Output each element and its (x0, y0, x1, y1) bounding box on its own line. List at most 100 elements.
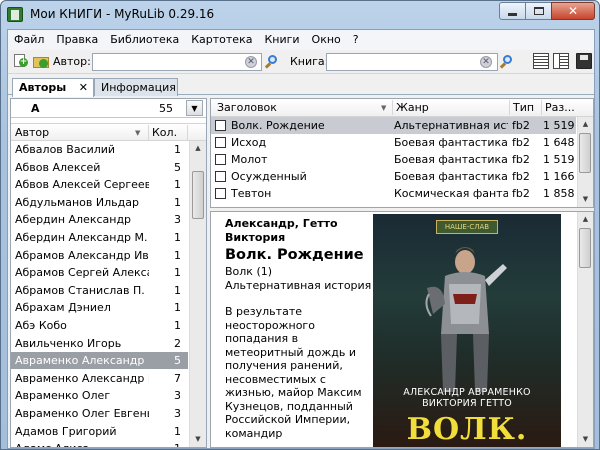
author-row[interactable]: Абэ Кобо 1 (11, 317, 188, 335)
maximize-icon (533, 7, 544, 15)
info-scrollbar[interactable]: ▲ ▼ (577, 212, 593, 447)
author-book-count: 3 (174, 213, 181, 227)
author-row[interactable]: Абвов Алексей Сергеевич 1 (11, 176, 188, 194)
author-book-count: 2 (174, 336, 181, 350)
close-button[interactable]: ✕ (551, 2, 595, 20)
book-checkbox[interactable] (215, 120, 226, 131)
add-book-icon[interactable]: + (12, 53, 28, 69)
title-bar[interactable]: Мои КНИГИ - MyRuLib 0.29.16 ✕ (1, 1, 599, 29)
book-search-icon[interactable] (499, 55, 513, 69)
scroll-thumb[interactable] (579, 133, 591, 173)
book-genre-cell: Боевая фантастика (394, 153, 508, 166)
book-row[interactable]: Волк. Рождение Альтернативная истори fb2 1 … (211, 117, 576, 134)
book-genre-cell: Боевая фантастика (394, 136, 508, 149)
add-folder-icon[interactable] (33, 53, 49, 69)
author-name: Абердин Александр М. (15, 230, 148, 244)
author-search-icon[interactable] (264, 55, 278, 69)
book-title-cell: Волк. Рождение (231, 119, 325, 132)
book-size-cell: 1 166 (543, 170, 575, 183)
author-name: Авраменко Александр (15, 354, 145, 368)
author-row[interactable]: Абердин Александр 3 (11, 211, 188, 229)
author-row[interactable]: Абрамов Александр Иванов 1 (11, 247, 188, 265)
author-row[interactable]: Абвалов Василий 1 (11, 141, 188, 159)
scroll-down-icon[interactable]: ▼ (578, 192, 593, 207)
author-row[interactable]: Авильченко Игорь 2 (11, 335, 188, 353)
author-row[interactable]: Абрахам Дэниел 1 (11, 299, 188, 317)
column-title[interactable]: Заголовок (217, 101, 277, 114)
book-type-cell: fb2 (512, 187, 530, 200)
toolbar: + Автор: ✕ Книга: ✕ (8, 50, 594, 74)
tab-info[interactable]: Информация (94, 78, 178, 96)
book-title-cell: Молот (231, 153, 268, 166)
author-row[interactable]: Авраменко Александр 5 (11, 352, 188, 370)
book-title-cell: Тевтон (231, 187, 272, 200)
app-book-icon (7, 7, 23, 22)
scroll-down-icon[interactable]: ▼ (190, 432, 206, 447)
author-row[interactable]: Авраменко Александр Миха 7 (11, 370, 188, 388)
list-view-icon[interactable] (533, 53, 549, 69)
author-name: Авраменко Александр Миха (15, 371, 149, 385)
menu-file[interactable]: Файл (8, 30, 50, 50)
book-checkbox[interactable] (215, 171, 226, 182)
scroll-thumb[interactable] (192, 171, 204, 219)
book-info-text: Александр, Гетто Виктория Волк. Рождение… (225, 217, 373, 440)
books-scrollbar[interactable]: ▲ ▼ (577, 117, 593, 207)
column-size[interactable]: Раз... (545, 101, 575, 114)
book-row[interactable]: Исход Боевая фантастика fb2 1 648 (211, 134, 576, 151)
book-search-input[interactable] (326, 53, 498, 71)
author-book-count: 7 (174, 371, 181, 385)
close-icon: ✕ (567, 4, 579, 18)
book-checkbox[interactable] (215, 137, 226, 148)
author-row[interactable]: Абдульманов Ильдар 1 (11, 194, 188, 212)
letter-filter[interactable]: А 55 ▼ (11, 99, 206, 118)
book-row[interactable]: Осужденный Боевая фантастика fb2 1 166 (211, 168, 576, 185)
column-type[interactable]: Тип (513, 101, 534, 114)
menu-window[interactable]: Окно (306, 30, 347, 50)
author-row[interactable]: Абрамов Станислав П. 1 (11, 282, 188, 300)
author-book-count: 1 (174, 318, 181, 332)
menu-library[interactable]: Библиотека (104, 30, 185, 50)
column-genre[interactable]: Жанр (396, 101, 429, 114)
scroll-down-icon[interactable]: ▼ (578, 432, 593, 447)
book-series: Волк (1) (225, 265, 273, 278)
author-book-count: 1 (174, 230, 181, 244)
scroll-up-icon[interactable]: ▲ (578, 117, 593, 132)
menu-edit[interactable]: Правка (50, 30, 104, 50)
clear-book-icon[interactable]: ✕ (480, 56, 492, 68)
menu-books[interactable]: Книги (258, 30, 305, 50)
book-row[interactable]: Молот Боевая фантастика fb2 1 519 (211, 151, 576, 168)
cover-author-line2: ВИКТОРИЯ ГЕТТО (422, 398, 512, 409)
book-checkbox[interactable] (215, 188, 226, 199)
column-author[interactable]: Автор (15, 126, 49, 139)
scroll-up-icon[interactable]: ▲ (190, 141, 206, 156)
authors-scrollbar[interactable]: ▲ ▼ (189, 141, 206, 447)
save-icon[interactable] (576, 53, 592, 69)
menu-catalog[interactable]: Картотека (185, 30, 258, 50)
maximize-button[interactable] (525, 2, 552, 20)
menu-help[interactable]: ? (347, 30, 365, 50)
author-row[interactable]: Абердин Александр М. 1 (11, 229, 188, 247)
author-row[interactable]: Абрамов Сергей Александр 1 (11, 264, 188, 282)
author-row[interactable]: Абвов Алексей 5 (11, 159, 188, 177)
client-area: Файл Правка Библиотека Картотека Книги О… (7, 29, 595, 449)
author-name: Авильченко Игорь (15, 336, 122, 350)
cover-warrior-figure (425, 247, 507, 392)
tab-close-icon[interactable]: ✕ (79, 81, 88, 94)
column-count[interactable]: Кол. (152, 126, 177, 139)
books-header: Заголовок ▼ Жанр Тип Раз... (211, 99, 593, 117)
scroll-thumb[interactable] (579, 228, 591, 268)
minimize-button[interactable] (499, 2, 526, 20)
author-row[interactable]: Авраменко Олег Евгеньеви 3 (11, 405, 188, 423)
book-checkbox[interactable] (215, 154, 226, 165)
scroll-up-icon[interactable]: ▲ (578, 212, 593, 227)
letter-count: 55 (159, 102, 173, 115)
detail-view-icon[interactable] (553, 53, 569, 69)
author-row[interactable]: Авраменко Олег 3 (11, 387, 188, 405)
tab-authors[interactable]: Авторы ✕ (12, 78, 94, 97)
clear-author-icon[interactable]: ✕ (245, 56, 257, 68)
book-row[interactable]: Тевтон Космическая фантасти fb2 1 858 (211, 185, 576, 202)
author-search-input[interactable] (92, 53, 262, 71)
chevron-down-icon[interactable]: ▼ (186, 100, 203, 116)
author-row[interactable]: Адамс Алиса1 (11, 440, 188, 447)
author-row[interactable]: Адамов Григорий 1 (11, 423, 188, 441)
